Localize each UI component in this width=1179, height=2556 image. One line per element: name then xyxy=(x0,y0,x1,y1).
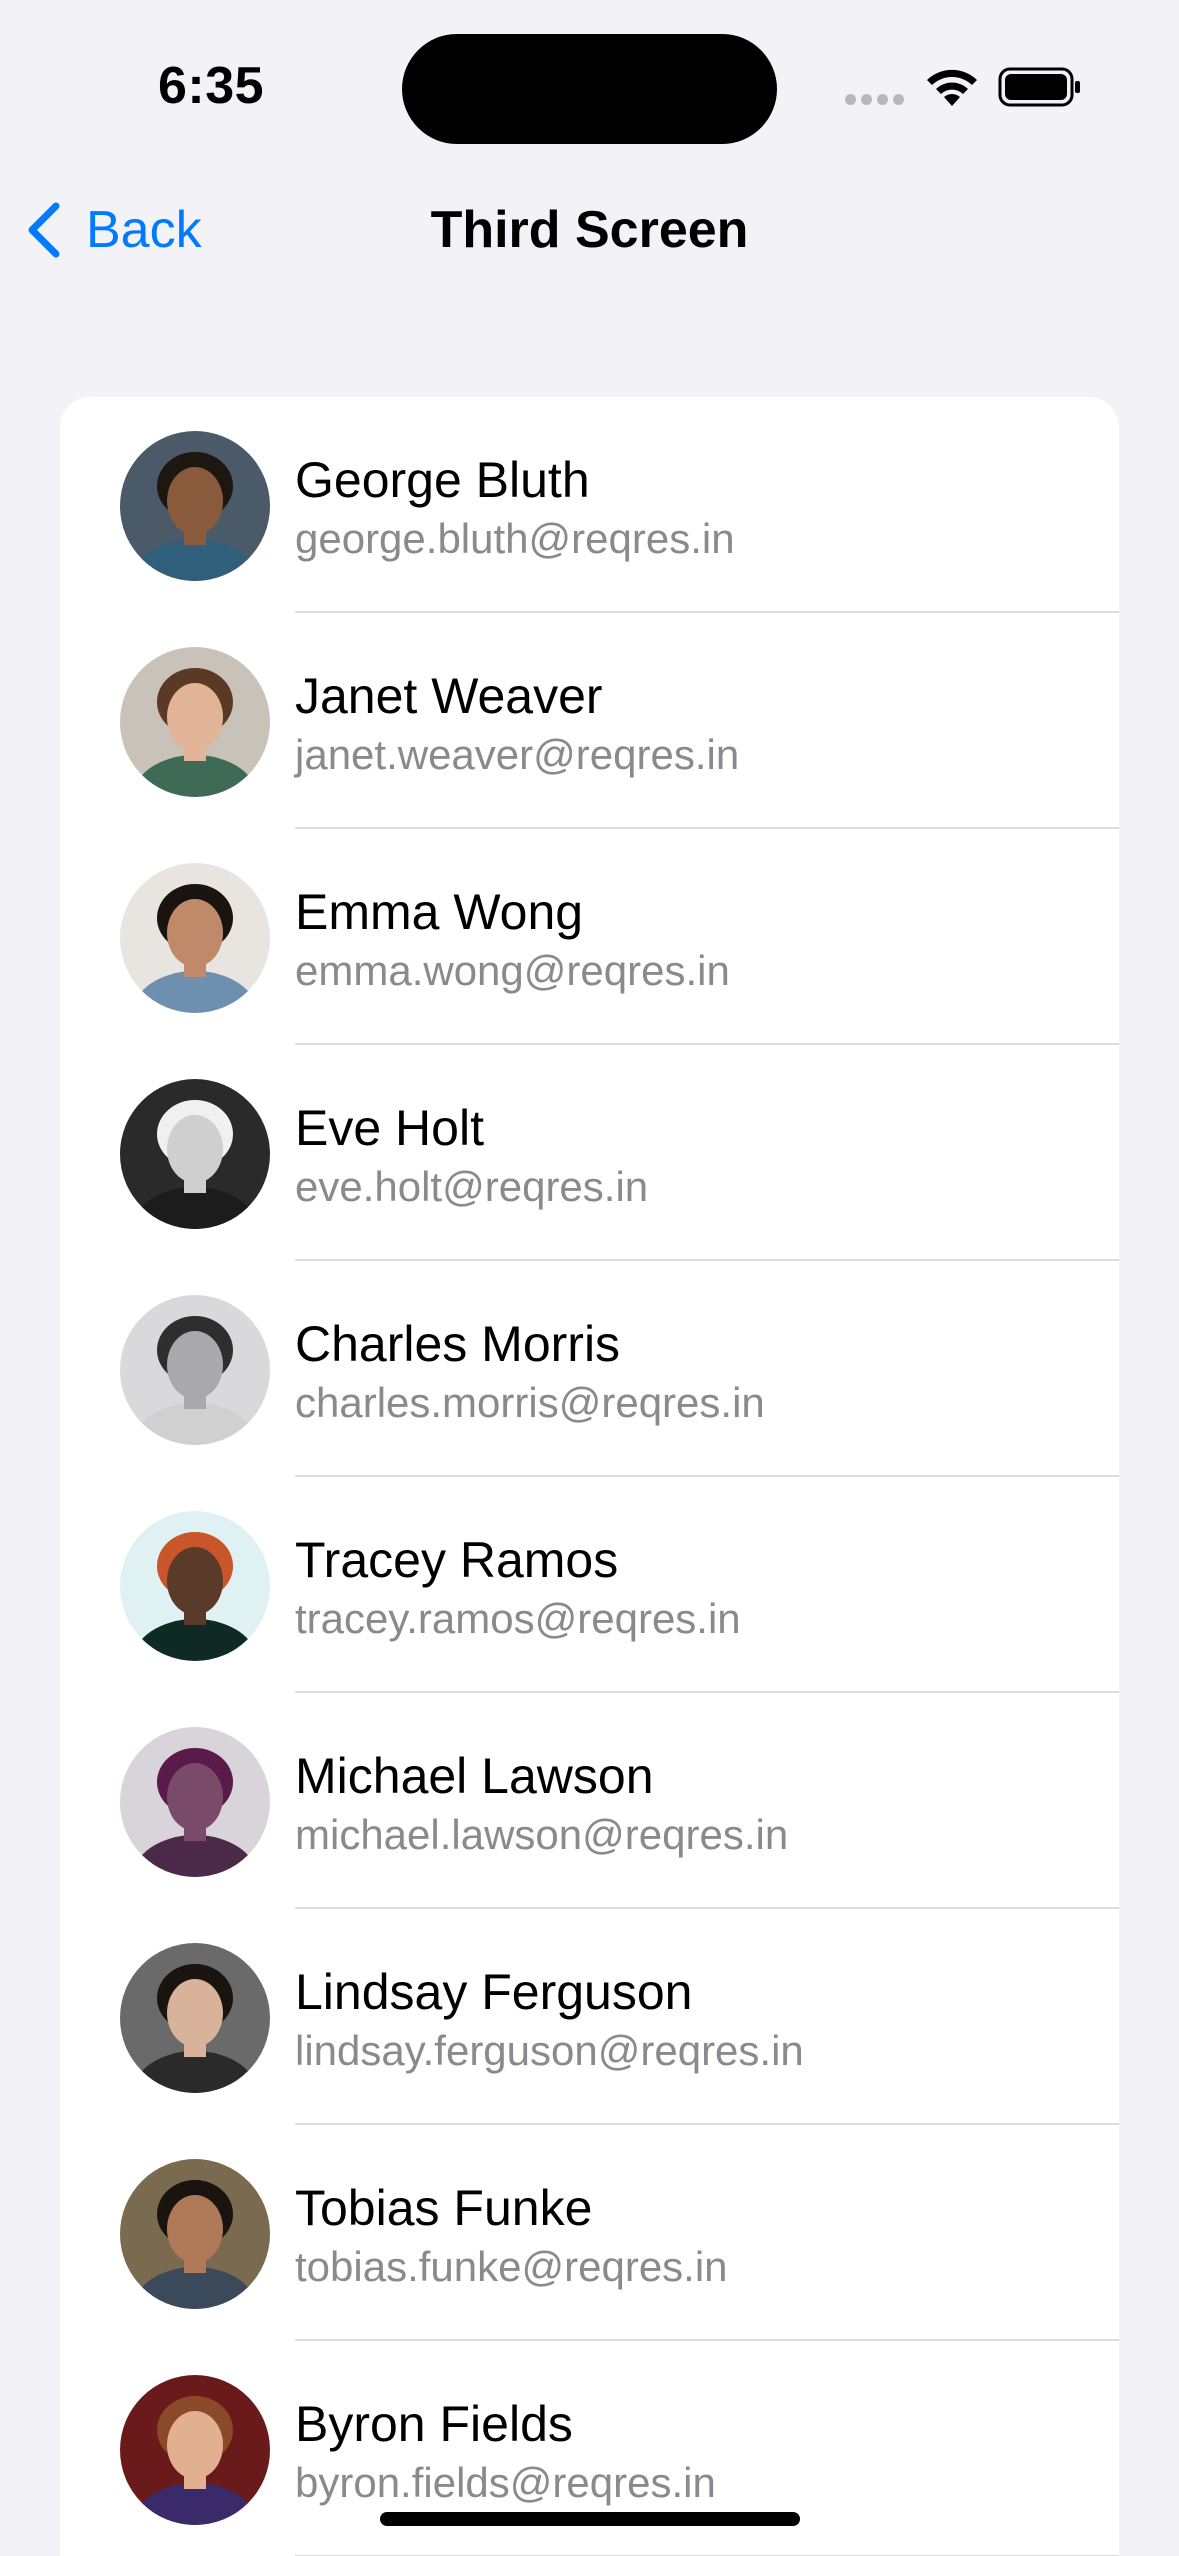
user-avatar xyxy=(120,1295,270,1445)
user-email: eve.holt@reqres.in xyxy=(295,1163,649,1210)
user-avatar xyxy=(120,863,270,1013)
user-email: tobias.funke@reqres.in xyxy=(295,2243,728,2290)
user-email: janet.weaver@reqres.in xyxy=(295,731,740,778)
user-name: Charles Morris xyxy=(295,1316,621,1372)
user-avatar xyxy=(120,2159,270,2309)
user-email: charles.morris@reqres.in xyxy=(295,1379,765,1426)
status-time: 6:35 xyxy=(158,57,265,115)
user-list-item[interactable]: Janet Weaver janet.weaver@reqres.in xyxy=(60,613,1119,829)
user-name: Tracey Ramos xyxy=(295,1532,619,1588)
user-list-item[interactable]: Lindsay Ferguson lindsay.ferguson@reqres.… xyxy=(60,1909,1119,2125)
user-list-item[interactable]: Michael Lawson michael.lawson@reqres.in xyxy=(60,1693,1119,1909)
user-email: michael.lawson@reqres.in xyxy=(295,1811,789,1858)
cellular-signal-icon xyxy=(845,94,905,108)
user-list-item[interactable]: George Bluth george.bluth@reqres.in xyxy=(60,397,1119,613)
dynamic-island xyxy=(402,34,777,144)
user-avatar xyxy=(120,431,270,581)
status-bar: 6:35 xyxy=(0,0,1179,170)
user-name: Janet Weaver xyxy=(295,668,603,724)
user-avatar xyxy=(120,647,270,797)
user-list-item[interactable]: Charles Morris charles.morris@reqres.in xyxy=(60,1261,1119,1477)
user-list: George Bluth george.bluth@reqres.in Janet … xyxy=(60,397,1119,2556)
user-avatar xyxy=(120,1943,270,2093)
user-list-item[interactable]: Emma Wong emma.wong@reqres.in xyxy=(60,829,1119,1045)
user-name: Michael Lawson xyxy=(295,1748,654,1804)
user-avatar xyxy=(120,1511,270,1661)
user-avatar xyxy=(120,1079,270,1229)
navigation-bar: Back Third Screen xyxy=(0,170,1179,290)
user-avatar xyxy=(120,1727,270,1877)
user-name: Eve Holt xyxy=(295,1100,484,1156)
home-indicator xyxy=(380,2512,800,2526)
battery-icon xyxy=(998,67,1080,107)
user-name: Byron Fields xyxy=(295,2396,573,2452)
wifi-icon xyxy=(927,69,977,106)
user-email: lindsay.ferguson@reqres.in xyxy=(295,2027,804,2074)
user-avatar xyxy=(120,2375,270,2525)
user-email: george.bluth@reqres.in xyxy=(295,515,735,562)
user-email: tracey.ramos@reqres.in xyxy=(295,1595,741,1642)
user-list-item[interactable]: Eve Holt eve.holt@reqres.in xyxy=(60,1045,1119,1261)
user-name: Tobias Funke xyxy=(295,2180,593,2236)
page-title: Third Screen xyxy=(430,201,749,259)
user-email: emma.wong@reqres.in xyxy=(295,947,730,994)
user-list-item[interactable]: Tracey Ramos tracey.ramos@reqres.in xyxy=(60,1477,1119,1693)
user-name: George Bluth xyxy=(295,452,590,508)
user-name: Lindsay Ferguson xyxy=(295,1964,693,2020)
user-list-item[interactable]: Tobias Funke tobias.funke@reqres.in xyxy=(60,2125,1119,2341)
user-email: byron.fields@reqres.in xyxy=(295,2459,716,2506)
user-name: Emma Wong xyxy=(295,884,584,940)
